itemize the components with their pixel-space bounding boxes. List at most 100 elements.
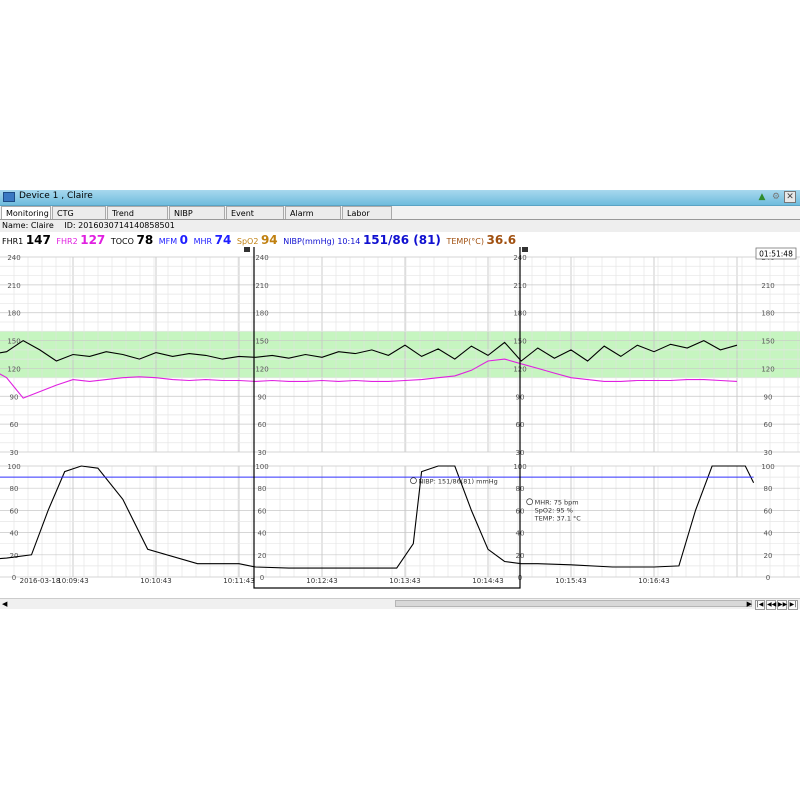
series-toco-line [0, 465, 755, 569]
patient-name: Name: Claire [2, 221, 54, 230]
fhr-tick-label: 90 [764, 393, 773, 401]
uc-tick-label: 60 [764, 507, 773, 515]
time-label: 10:12:43 [306, 577, 337, 585]
fhr-tick-label: 150 [255, 338, 268, 346]
fhr-tick-label: 30 [764, 449, 773, 457]
first-page-icon[interactable]: |◀ [755, 600, 765, 610]
fhr-tick-label: 90 [258, 393, 267, 401]
time-label: 10:16:43 [638, 577, 669, 585]
time-label: 10:09:43 [57, 577, 88, 585]
uc-tick-label: 40 [10, 530, 19, 538]
spo2-label: SpO2 [236, 237, 259, 246]
tab-trend-review[interactable]: Trend Review [107, 206, 168, 231]
uc-tick-label: 20 [10, 552, 19, 560]
time-label: 10:10:43 [140, 577, 171, 585]
time-label: 2016-03-18 [20, 577, 61, 585]
next-page-icon[interactable]: ▶▶ [777, 600, 787, 610]
fhr-tick-label: 210 [7, 282, 20, 290]
mfm-label: MFM [158, 237, 178, 246]
uc-tick-label: 80 [258, 485, 267, 493]
patient-info-bar: Name: Claire ID: 201603071414085850​1 [0, 220, 800, 232]
page-marker-icon [522, 247, 528, 252]
tab-event-review[interactable]: Event Review [226, 206, 284, 231]
time-label: 10:14:43 [472, 577, 503, 585]
fhr2-label: FHR2 [56, 237, 78, 246]
time-label: 10:15:43 [555, 577, 586, 585]
scroll-left-icon[interactable]: ◀ [2, 599, 7, 609]
event-annotation: TEMP: 37.1 °C [534, 514, 582, 522]
uc-tick-label: 60 [258, 507, 267, 515]
scroll-right-icon[interactable]: ▶ [747, 599, 752, 610]
fhr-tick-label: 30 [10, 449, 19, 457]
mhr-label: MHR [193, 237, 213, 246]
uc-tick-label: 0 [260, 574, 264, 582]
uc-tick-label: 100 [7, 463, 20, 471]
fhr-tick-label: 240 [7, 254, 20, 262]
uc-tick-label: 20 [258, 552, 267, 560]
event-annotation: NIBP: 151/86(81) mmHg [418, 478, 497, 486]
fhr-tick-label: 120 [761, 365, 774, 373]
horizontal-scrollbar[interactable]: ◀ ▶ |◀ ◀◀ ▶▶ ▶| [0, 598, 800, 610]
event-marker-icon [410, 477, 417, 484]
uc-tick-label: 100 [761, 463, 774, 471]
time-label: 10:11:43 [223, 577, 254, 585]
tab-labor-info[interactable]: Labor Info. [342, 206, 392, 231]
fhr-tick-label: 150 [761, 338, 774, 346]
tab-ctg-review[interactable]: CTG Review [52, 206, 106, 231]
fhr-tick-label: 180 [761, 310, 774, 318]
nibp-value: 151/86 (81) [362, 233, 441, 247]
fhr1-value: 147 [25, 233, 51, 247]
uc-tick-label: 40 [764, 530, 773, 538]
fhr-tick-label: 150 [7, 338, 20, 346]
mhr-value: 74 [214, 233, 232, 247]
patient-id: ID: 201603071414085850​1 [64, 221, 175, 230]
fhr-tick-label: 240 [255, 254, 268, 262]
fhr-tick-label: 120 [255, 365, 268, 373]
tab-nibp-review[interactable]: NIBP Review [169, 206, 225, 231]
page-marker-icon [244, 247, 250, 252]
fhr-tick-label: 120 [7, 365, 20, 373]
monitor-window: Device 1 , Claire ▲ ⚙ ✕ Monitoring CTG R… [0, 190, 800, 610]
fhr-tick-label: 60 [10, 421, 19, 429]
scroll-thumb[interactable] [395, 600, 752, 607]
fhr-tick-label: 210 [255, 282, 268, 290]
prev-page-icon[interactable]: ◀◀ [766, 600, 776, 610]
fhr-tick-label: 180 [7, 310, 20, 318]
uc-tick-label: 80 [10, 485, 19, 493]
fhr-tick-label: 30 [258, 449, 267, 457]
fhr1-label: FHR1 [2, 237, 24, 246]
toco-label: TOCO [110, 237, 134, 246]
fhr-tick-label: 90 [10, 393, 19, 401]
uc-tick-label: 80 [764, 485, 773, 493]
nibp-label: NIBP(mmHg) 10:14 [283, 237, 361, 246]
fhr-tick-label: 210 [761, 282, 774, 290]
temp-value: 36.6 [486, 233, 517, 247]
last-page-icon[interactable]: ▶| [788, 600, 798, 610]
uc-tick-label: 40 [258, 530, 267, 538]
tab-alarm-setup[interactable]: Alarm Setup [285, 206, 341, 231]
tab-monitoring[interactable]: Monitoring [1, 206, 51, 219]
window-title: Device 1 , Claire [19, 191, 93, 201]
spo2-value: 94 [260, 233, 278, 247]
uc-tick-label: 100 [255, 463, 268, 471]
fhr-tick-label: 180 [255, 310, 268, 318]
vitals-bar: FHR1 147 FHR2 127 TOCO 78 MFM 0 MHR 74 S… [0, 233, 800, 247]
uc-tick-label: 20 [764, 552, 773, 560]
settings-icon[interactable]: ⚙ [770, 191, 782, 203]
bell-icon[interactable]: ▲ [756, 191, 768, 203]
title-bar: Device 1 , Claire ▲ ⚙ ✕ [0, 190, 800, 206]
toco-value: 78 [136, 233, 154, 247]
uc-tick-label: 0 [766, 574, 770, 582]
temp-label: TEMP(°C) [446, 237, 484, 246]
fhr-tick-label: 60 [258, 421, 267, 429]
monitor-icon [3, 192, 15, 202]
uc-tick-label: 0 [12, 574, 16, 582]
mfm-value: 0 [179, 233, 189, 247]
close-icon[interactable]: ✕ [784, 191, 796, 203]
uc-tick-label: 60 [10, 507, 19, 515]
ctg-chart[interactable]: 30 60 90 120 150 180 210 240 0 20 40 60 80 100 30 60 90 1… [0, 247, 800, 597]
clock-text: 01:51:48 [759, 250, 793, 259]
tab-bar: Monitoring CTG Review Trend Review NIBP … [0, 206, 800, 231]
fhr2-value: 127 [80, 233, 106, 247]
event-marker-icon [526, 498, 534, 506]
